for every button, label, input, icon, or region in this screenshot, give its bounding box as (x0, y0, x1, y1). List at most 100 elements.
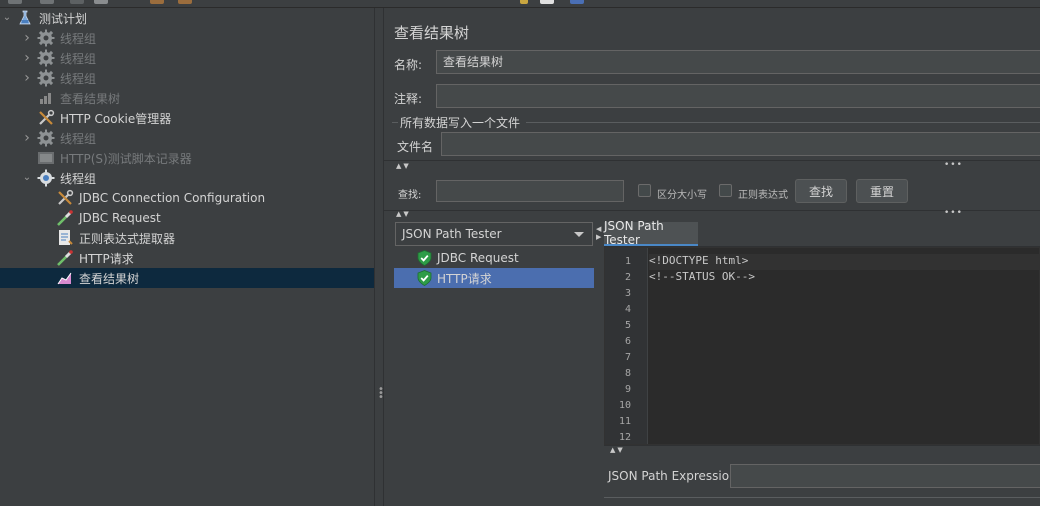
main-splitter[interactable]: • • • (374, 8, 384, 506)
toolbar-icon[interactable] (70, 0, 84, 4)
toolbar-icon[interactable] (40, 0, 54, 4)
view-results-tree-panel: 查看结果树 名称: 查看结果树 注释: 所有数据写入一个文件 文件名 ▲▼ ••… (384, 8, 1040, 506)
tree-item-label: 查看结果树 (60, 91, 121, 106)
line-number: 7 (624, 352, 631, 363)
reset-button[interactable]: 重置 (856, 179, 908, 203)
line-number: 6 (624, 336, 631, 347)
group-border (526, 122, 1040, 123)
chevron-right-icon[interactable]: › (22, 51, 32, 65)
search-input[interactable] (436, 180, 624, 202)
line-number-gutter: 12345678910111213 (605, 248, 648, 444)
line-number: 1 (624, 256, 631, 267)
page-title: 查看结果树 (394, 24, 470, 42)
tree-item-label: HTTP请求 (79, 251, 134, 266)
gear-icon (37, 49, 55, 67)
tree-item-label: 线程组 (60, 31, 97, 46)
tree-item[interactable]: 查看结果树 (0, 88, 374, 108)
tree-item[interactable]: ⌄ 线程组 (0, 168, 374, 188)
gear-icon (37, 169, 55, 187)
tree-item[interactable]: › 线程组 (0, 68, 374, 88)
tree-item-label: 线程组 (60, 131, 97, 146)
chevron-down-icon[interactable]: ⌄ (2, 13, 12, 23)
toolbar-icon[interactable] (8, 0, 22, 4)
toolbar (0, 0, 1040, 8)
regex-checkbox[interactable] (719, 184, 732, 197)
tree-item-label: 线程组 (60, 71, 97, 86)
tree-item-label: JDBC Request (79, 211, 161, 225)
splitter-grip[interactable]: ••• (944, 208, 963, 218)
tree-item[interactable]: 查看结果树 (0, 268, 374, 288)
tree-item-label: 查看结果树 (79, 271, 140, 286)
tools-icon (56, 189, 74, 207)
flask-icon (16, 9, 34, 27)
toolbar-icon[interactable] (570, 0, 584, 4)
tree-item[interactable]: HTTP请求 (0, 248, 374, 268)
line-number: 10 (618, 400, 631, 411)
line-number: 8 (624, 368, 631, 379)
splitter-grip[interactable]: ••• (944, 160, 963, 170)
chart-icon (56, 269, 74, 287)
splitter-grip[interactable]: ••• (378, 385, 384, 403)
collapse-arrows[interactable]: ▲▼ (396, 162, 411, 170)
tree-item[interactable]: 正则表达式提取器 (0, 228, 374, 248)
chevron-right-icon[interactable]: › (22, 31, 32, 45)
name-input[interactable]: 查看结果树 (436, 50, 1040, 74)
json-path-expression-input[interactable] (730, 464, 1040, 488)
tree-item-label: JDBC Connection Configuration (79, 191, 266, 205)
document-icon (56, 229, 74, 247)
sample-result-item[interactable]: HTTP请求 (394, 268, 594, 288)
tree-item-label: 线程组 (60, 51, 97, 66)
toolbar-icon[interactable] (540, 0, 554, 4)
test-plan-tree[interactable]: ⌄ 测试计划 › 线程组 › 线程组 › 线程组 查看结果树 HTTP Cookie管理器 › 线程组… (0, 8, 374, 506)
case-sensitive-checkbox[interactable] (638, 184, 651, 197)
collapse-arrows[interactable]: ▲▼ (396, 210, 411, 218)
editor-splitter[interactable]: ▲▼ (604, 445, 1040, 455)
tab-json-path-tester[interactable]: JSON Path Tester (604, 219, 698, 247)
pipette-icon (56, 209, 74, 227)
response-editor[interactable]: 12345678910111213 <!DOCTYPE html><!--STA… (604, 247, 1040, 445)
tree-item-label: HTTP(S)测试脚本记录器 (60, 151, 192, 166)
tree-item[interactable]: › 线程组 (0, 48, 374, 68)
tree-item-label: 正则表达式提取器 (79, 231, 176, 246)
tree-item[interactable]: HTTP(S)测试脚本记录器 (0, 148, 374, 168)
json-path-expression-label: JSON Path Expression (608, 469, 737, 483)
collapse-arrows[interactable]: ▲▼ (610, 446, 625, 454)
tree-item[interactable]: ⌄ 测试计划 (0, 8, 374, 28)
filename-label: 文件名 (397, 140, 434, 154)
collapse-arrows[interactable]: ◀ ▶ (596, 225, 602, 241)
sample-result-label: JDBC Request (437, 251, 519, 265)
line-number: 11 (618, 416, 631, 427)
tree-item[interactable]: JDBC Request (0, 208, 374, 228)
tree-item-label: 测试计划 (39, 11, 88, 26)
filename-input[interactable] (441, 132, 1040, 156)
toolbar-icon[interactable] (94, 0, 108, 4)
regex-label: 正则表达式 (738, 190, 788, 201)
splitter-2[interactable]: ▲▼ ••• (384, 208, 1040, 220)
tree-item[interactable]: › 线程组 (0, 128, 374, 148)
sample-result-label: HTTP请求 (437, 271, 492, 286)
renderer-select[interactable]: JSON Path Tester (395, 222, 593, 246)
tree-item[interactable]: › 线程组 (0, 28, 374, 48)
find-button[interactable]: 查找 (795, 179, 847, 203)
toolbar-icon[interactable] (178, 0, 192, 4)
result-box-border (604, 497, 1040, 506)
code-line: <!--STATUS OK--> (649, 270, 755, 283)
sample-result-item[interactable]: JDBC Request (394, 248, 594, 268)
comment-input[interactable] (436, 84, 1040, 108)
toolbar-icon[interactable] (150, 0, 164, 4)
chevron-down-icon[interactable]: ⌄ (22, 173, 32, 183)
toolbar-icon[interactable] (520, 0, 528, 4)
splitter-1[interactable]: ▲▼ ••• (384, 160, 1040, 172)
chevron-right-icon[interactable]: › (22, 131, 32, 145)
group-border (392, 122, 398, 123)
tools-icon (37, 109, 55, 127)
chart-icon (37, 89, 55, 107)
gear-icon (37, 129, 55, 147)
pipette-icon (56, 249, 74, 267)
shield-check-icon (417, 270, 432, 286)
tree-item[interactable]: JDBC Connection Configuration (0, 188, 374, 208)
chevron-right-icon[interactable]: › (22, 71, 32, 85)
line-number: 4 (624, 304, 631, 315)
tree-item[interactable]: HTTP Cookie管理器 (0, 108, 374, 128)
tree-item-label: HTTP Cookie管理器 (60, 111, 172, 126)
